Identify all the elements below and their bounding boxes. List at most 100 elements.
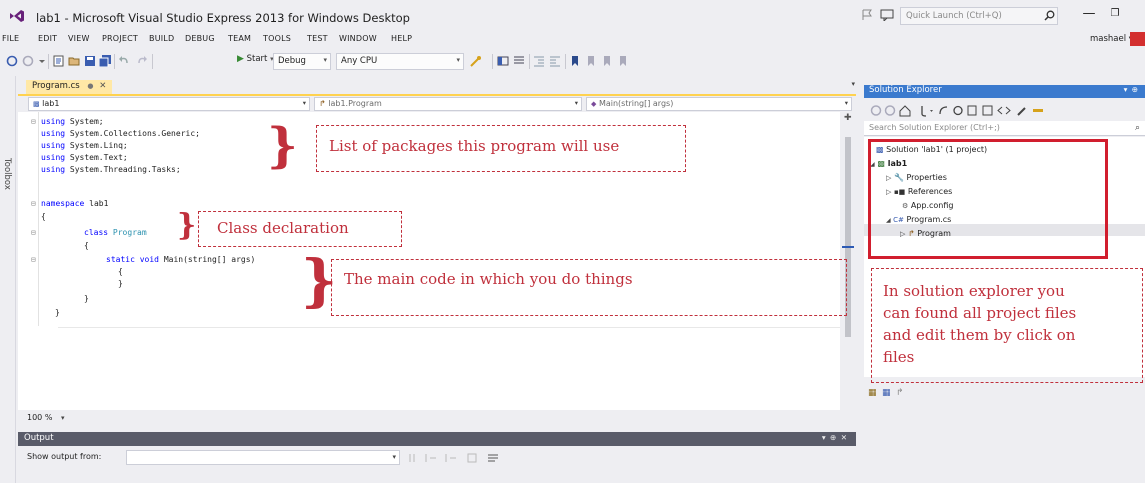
class-icon: ↱ <box>319 99 326 108</box>
menu-help[interactable]: HELP <box>391 34 412 43</box>
splitter-icon[interactable]: ✚ <box>844 114 852 123</box>
type-select[interactable]: ↱ lab1.Program ▾ <box>314 97 582 111</box>
main-annotation-text: The main code in which you do things <box>344 270 633 288</box>
solution-explorer-tab-icon[interactable]: ▦ <box>868 388 877 398</box>
start-label: Start <box>246 54 268 64</box>
menu-debug[interactable]: DEBUG <box>185 34 215 43</box>
user-avatar[interactable] <box>1130 32 1145 46</box>
collapse-icon[interactable]: ⊟ <box>31 117 36 126</box>
pin-icon[interactable]: ● <box>87 82 93 90</box>
user-account[interactable]: mashael ▾ <box>1090 34 1133 44</box>
search-icon[interactable] <box>1044 10 1055 21</box>
solution-platform-select[interactable]: Any CPU ▾ <box>336 53 464 70</box>
code-line: using System.Text; <box>41 153 128 162</box>
code-line: using System.Collections.Generic; <box>41 129 200 138</box>
chevron-down-icon: ▾ <box>574 99 578 107</box>
code-line: static void Main(string[] args) <box>106 255 256 264</box>
editor-navigation-bar: ▩ lab1 ▾ ↱ lab1.Program ▾ ◆ Main(string[… <box>18 96 856 112</box>
dropdown-icon[interactable] <box>36 55 48 67</box>
packages-brace: } <box>267 118 298 174</box>
bookmark-clear-icon[interactable] <box>617 55 629 67</box>
bookmark-icon[interactable] <box>569 55 581 67</box>
indent-icon[interactable] <box>533 55 545 67</box>
chevron-down-icon: ▾ <box>60 414 65 422</box>
search-icon[interactable]: ⌕ <box>1135 123 1140 133</box>
output-panel-header[interactable]: Output ▾ ⊕ ✕ <box>18 432 856 446</box>
bookmark-prev-icon[interactable] <box>585 55 597 67</box>
start-debugging-button[interactable]: ▶ Start ▾ <box>237 54 274 64</box>
open-file-icon[interactable] <box>68 55 80 67</box>
project-select[interactable]: ▩ lab1 ▾ <box>28 97 310 111</box>
tab-dropdown-icon[interactable]: ▾ <box>851 80 855 88</box>
solution-explorer-header[interactable]: Solution Explorer ▾ ⊕ <box>864 85 1145 98</box>
collapse-icon[interactable]: ⊟ <box>31 199 36 208</box>
collapse-icon[interactable]: ⊟ <box>31 255 36 264</box>
platform-value: Any CPU <box>341 56 378 66</box>
output-title: Output <box>24 433 54 443</box>
play-icon: ▶ <box>237 54 244 64</box>
search-placeholder: Search Solution Explorer (Ctrl+;) <box>869 123 1000 132</box>
toolbar-separator <box>529 54 530 69</box>
outdent-icon[interactable] <box>549 55 561 67</box>
type-value: lab1.Program <box>328 99 382 108</box>
menu-file[interactable]: FILE <box>2 34 19 43</box>
back-icon[interactable] <box>6 55 18 67</box>
visual-studio-logo-icon <box>10 10 24 22</box>
output-source-select[interactable]: ▾ <box>126 450 400 465</box>
code-line: using System; <box>41 117 104 126</box>
navigate-icon[interactable] <box>497 55 509 67</box>
solution-explorer-highlight-box <box>868 139 1108 259</box>
menu-window[interactable]: WINDOW <box>339 34 377 43</box>
bookmark-next-icon[interactable] <box>601 55 613 67</box>
find-in-files-icon[interactable] <box>470 55 482 67</box>
class-brace: } <box>177 208 197 243</box>
menu-test[interactable]: TEST <box>307 34 328 43</box>
tab-program-cs[interactable]: Program.cs ● ✕ <box>26 80 113 94</box>
minimize-icon[interactable]: — <box>1080 6 1098 22</box>
code-line: } <box>84 294 89 303</box>
output-tools-icons[interactable] <box>406 452 506 464</box>
menu-view[interactable]: VIEW <box>68 34 90 43</box>
class-view-tab-icon[interactable]: ↱ <box>896 388 904 398</box>
code-line: { <box>41 212 46 221</box>
panel-splitter[interactable] <box>858 80 862 483</box>
toolbox-strip[interactable]: Toolbox <box>0 76 16 483</box>
zoom-select[interactable]: 100 % ▾ <box>27 413 64 422</box>
menu-team[interactable]: TEAM <box>228 34 251 43</box>
main-annotation-box: The main code in which you do things <box>331 259 847 316</box>
menu-project[interactable]: PROJECT <box>102 34 138 43</box>
quick-launch-input[interactable]: Quick Launch (Ctrl+Q) <box>900 7 1058 25</box>
feedback-icon[interactable] <box>880 9 894 21</box>
undo-icon[interactable] <box>118 55 130 67</box>
layout-icon[interactable] <box>513 55 525 67</box>
close-icon[interactable]: ✕ <box>99 81 106 91</box>
save-all-icon[interactable] <box>99 55 111 67</box>
solution-explorer-search[interactable]: Search Solution Explorer (Ctrl+;) ⌕ <box>864 121 1145 136</box>
panel-controls-icon[interactable]: ▾ ⊕ <box>1124 85 1139 94</box>
restore-icon[interactable]: ❐ <box>1106 6 1124 22</box>
window-title: lab1 - Microsoft Visual Studio Express 2… <box>36 11 410 25</box>
new-project-icon[interactable] <box>53 55 65 67</box>
solution-explorer-annotation-box: In solution explorer you can found all p… <box>871 268 1143 383</box>
toolbar-separator <box>152 54 153 69</box>
menu-edit[interactable]: EDIT <box>38 34 57 43</box>
zoom-value: 100 % <box>27 413 53 422</box>
redo-icon[interactable] <box>136 55 148 67</box>
toolbox-tab[interactable]: Toolbox <box>2 158 12 190</box>
forward-icon[interactable] <box>22 55 34 67</box>
save-icon[interactable] <box>84 55 96 67</box>
menu-tools[interactable]: TOOLS <box>263 34 291 43</box>
member-select[interactable]: ◆ Main(string[] args) ▾ <box>586 97 852 111</box>
toolbar-separator <box>565 54 566 69</box>
collapse-icon[interactable]: ⊟ <box>31 228 36 237</box>
panel-controls-icon[interactable]: ▾ ⊕ ✕ <box>822 433 848 442</box>
menu-build[interactable]: BUILD <box>149 34 174 43</box>
code-line: using System.Threading.Tasks; <box>41 165 181 174</box>
team-explorer-tab-icon[interactable]: ▦ <box>882 388 891 398</box>
notification-flag-icon[interactable] <box>860 9 874 21</box>
code-line: { <box>118 267 123 276</box>
tab-label: Program.cs <box>32 81 80 91</box>
code-line: namespace lab1 <box>41 199 109 208</box>
solution-explorer-tool-icons[interactable] <box>870 104 1050 117</box>
solution-configuration-select[interactable]: Debug ▾ <box>273 53 331 70</box>
